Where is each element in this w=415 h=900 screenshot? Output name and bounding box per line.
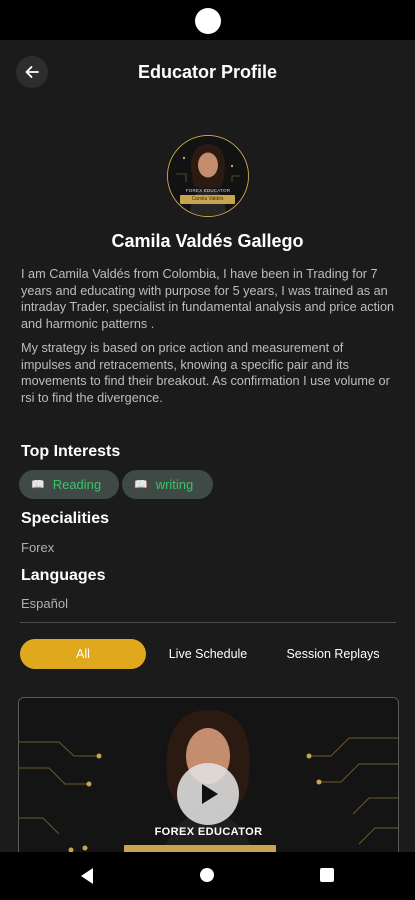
book-icon: 📖 bbox=[31, 479, 45, 491]
specialities-value: Forex bbox=[21, 540, 55, 555]
interest-chip-writing[interactable]: 📖 writing bbox=[122, 470, 213, 499]
nav-back-icon[interactable] bbox=[79, 867, 95, 885]
nav-recent-apps-icon[interactable] bbox=[320, 868, 334, 882]
educator-portrait-icon bbox=[168, 136, 248, 216]
video-name-tag bbox=[124, 845, 276, 852]
bio-paragraph: My strategy is based on price action and… bbox=[21, 341, 390, 405]
tab-live-schedule[interactable]: Live Schedule bbox=[158, 639, 258, 669]
status-bar bbox=[0, 0, 415, 40]
tab-session-replays[interactable]: Session Replays bbox=[278, 639, 388, 669]
video-caption: FOREX EDUCATOR bbox=[154, 826, 263, 838]
avatar[interactable]: FOREX EDUCATOR Camila Valdés bbox=[167, 135, 249, 217]
divider bbox=[20, 622, 396, 623]
interest-chip-reading[interactable]: 📖 Reading bbox=[19, 470, 119, 499]
languages-value: Español bbox=[21, 596, 68, 611]
interest-chip-label: writing bbox=[155, 477, 194, 492]
profile-name: Camila Valdés Gallego bbox=[111, 231, 304, 251]
app-screen: Educator Profile FOREX EDUCATOR Camila V… bbox=[0, 40, 415, 852]
interest-chip-label: Reading bbox=[52, 477, 102, 492]
interests-title: Top Interests bbox=[21, 443, 121, 460]
book-icon: 📖 bbox=[134, 479, 148, 491]
video-card[interactable]: FOREX EDUCATOR bbox=[18, 697, 399, 852]
languages-title: Languages bbox=[21, 567, 106, 584]
nav-home-icon[interactable] bbox=[200, 868, 214, 882]
specialities-title: Specialities bbox=[21, 510, 110, 527]
play-icon bbox=[202, 784, 218, 804]
play-button[interactable] bbox=[177, 763, 239, 825]
avatar-name-tag: Camila Valdés bbox=[180, 195, 235, 204]
avatar-caption: FOREX EDUCATOR bbox=[185, 188, 231, 193]
tab-all[interactable]: All bbox=[20, 639, 146, 669]
bio-paragraph: I am Camila Valdés from Colombia, I have… bbox=[21, 267, 395, 331]
page-title: Educator Profile bbox=[137, 62, 278, 82]
camera-cutout bbox=[195, 8, 221, 34]
